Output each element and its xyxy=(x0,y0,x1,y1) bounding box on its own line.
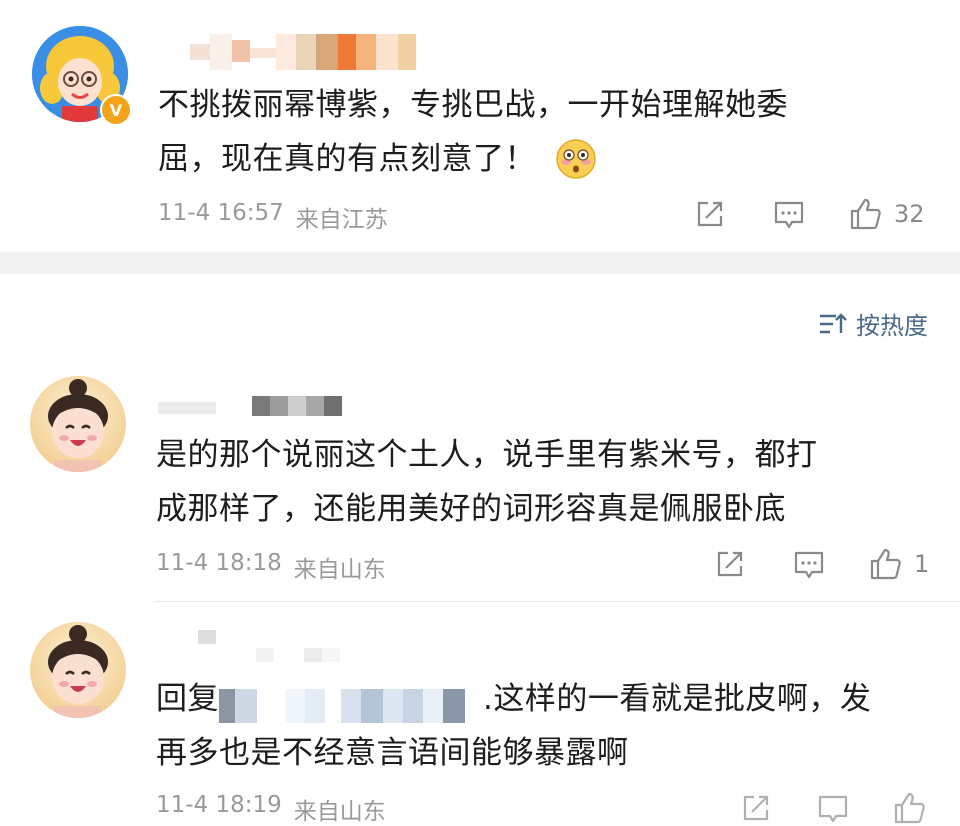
like-icon xyxy=(892,790,928,826)
reply-content-line-2: 再多也是不经意言语间能够暴露啊 xyxy=(156,735,629,771)
comment-content-line-1: 是的那个说丽这个土人，说手里有紫米号，都打 xyxy=(156,437,818,473)
comment-icon xyxy=(772,198,806,232)
post-time: 11-4 16:57 xyxy=(158,200,284,226)
like-icon xyxy=(848,196,884,232)
post-comment-button[interactable] xyxy=(772,198,806,232)
reply-content-line-1: 回复 .这样的一看就是批皮啊，发 xyxy=(156,672,926,726)
reply-prefix: 回复 xyxy=(156,681,219,717)
post-content-line-1: 不挑拨丽幂博紫，专挑巴战，一开始理解她委 xyxy=(158,87,788,123)
post-content-line-2: 屈，现在真的有点刻意了！ xyxy=(158,141,536,177)
reply-target-masked[interactable] xyxy=(219,689,483,723)
verified-badge: V xyxy=(100,94,132,126)
share-icon xyxy=(694,198,726,230)
post-like-button[interactable]: 32 xyxy=(848,196,925,232)
reply-time: 11-4 18:19 xyxy=(156,792,282,818)
reply-avatar[interactable] xyxy=(30,622,126,718)
sort-label: 按热度 xyxy=(856,312,928,340)
share-icon xyxy=(714,548,746,580)
share-icon xyxy=(740,792,772,824)
comment-location: 来自山东 xyxy=(293,557,386,583)
reply-content: 回复 .这样的一看就是批皮啊，发 再多也是不经意言语间能够暴露啊 xyxy=(156,672,926,780)
post-like-count: 32 xyxy=(894,200,925,228)
comment-like-count: 1 xyxy=(914,550,930,578)
comment-reply-button[interactable] xyxy=(792,548,826,582)
like-icon xyxy=(868,546,904,582)
comment-share-button[interactable] xyxy=(714,548,746,580)
comment-author-name-masked[interactable] xyxy=(158,396,344,416)
reply-like-button[interactable] xyxy=(892,790,928,826)
sort-toggle[interactable]: 按热度 xyxy=(818,306,928,341)
reply-reply-button[interactable] xyxy=(816,792,850,826)
post-meta: 11-4 16:57 来自江苏 xyxy=(158,200,388,234)
comment-like-button[interactable]: 1 xyxy=(868,546,929,582)
comment-content-line-2: 成那样了，还能用美好的词形容真是佩服卧底 xyxy=(156,491,786,527)
reply-meta: 11-4 18:19 来自山东 xyxy=(156,792,386,826)
comment-avatar[interactable] xyxy=(30,376,126,472)
post-content: 不挑拨丽幂博紫，专挑巴战，一开始理解她委 屈，现在真的有点刻意了！ xyxy=(158,78,918,186)
sort-icon xyxy=(818,311,848,337)
section-divider xyxy=(0,252,960,274)
comment-icon xyxy=(792,548,826,582)
post-author-name-masked[interactable] xyxy=(190,34,416,70)
reply-location: 来自山东 xyxy=(293,799,386,825)
flushed-emoji-icon xyxy=(556,139,596,179)
reply-share-button[interactable] xyxy=(740,792,772,824)
comment-icon xyxy=(816,792,850,826)
comment-separator xyxy=(154,601,960,602)
post-share-button[interactable] xyxy=(694,198,726,230)
comment-time: 11-4 18:18 xyxy=(156,550,282,576)
post-location: 来自江苏 xyxy=(295,207,388,233)
comment-meta: 11-4 18:18 来自山东 xyxy=(156,550,386,584)
reply-author-name-masked[interactable] xyxy=(198,630,348,666)
reply-text: .这样的一看就是批皮啊，发 xyxy=(483,681,872,717)
comment-content: 是的那个说丽这个土人，说手里有紫米号，都打 成那样了，还能用美好的词形容真是佩服… xyxy=(156,428,926,536)
